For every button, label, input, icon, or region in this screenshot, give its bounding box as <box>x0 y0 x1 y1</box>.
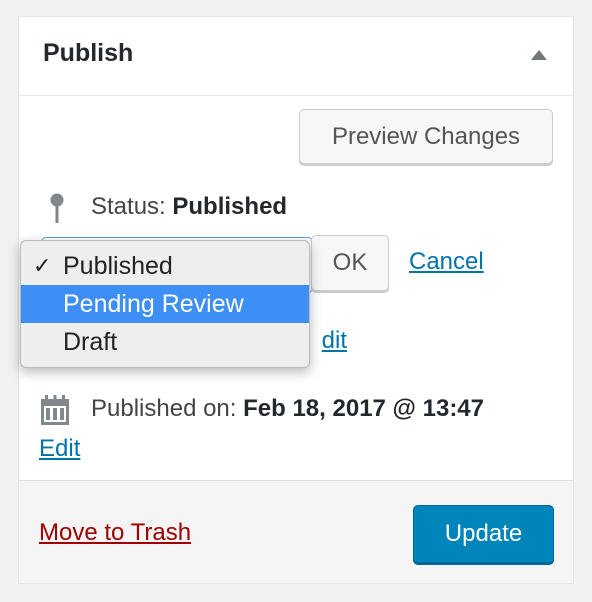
preview-changes-button[interactable]: Preview Changes <box>299 109 553 164</box>
update-button[interactable]: Update <box>413 505 554 563</box>
checkmark-icon: ✓ <box>33 253 52 278</box>
published-on-label: Published on: <box>91 395 237 422</box>
published-on-value: Feb 18, 2017 @ 13:47 <box>243 395 485 422</box>
status-label: Status: <box>91 193 166 220</box>
pin-icon <box>50 193 64 223</box>
status-value: Published <box>172 193 288 220</box>
panel-title: Publish <box>43 39 134 67</box>
edit-date-link[interactable]: Edit <box>39 435 80 463</box>
dropdown-option-label: Pending Review <box>63 290 244 318</box>
panel-header[interactable]: Publish <box>19 17 573 96</box>
visibility-edit-link[interactable]: dit <box>307 327 347 355</box>
published-on-text: Published on: Feb 18, 2017 @ 13:47 <box>91 395 484 423</box>
triangle-up-icon[interactable] <box>531 50 547 60</box>
calendar-icon <box>41 395 69 425</box>
dropdown-option-label: Draft <box>63 328 118 356</box>
panel-footer: Move to Trash Update <box>19 480 573 583</box>
status-dropdown-menu: ✓ Published Pending Review Draft <box>20 240 310 368</box>
ok-button[interactable]: OK <box>311 235 389 291</box>
dropdown-option-label: Published <box>63 252 173 280</box>
status-text: Status: Published <box>91 193 287 221</box>
dropdown-option-published[interactable]: ✓ Published <box>21 247 309 285</box>
cancel-link[interactable]: Cancel <box>409 248 484 276</box>
move-to-trash-link[interactable]: Move to Trash <box>39 519 191 547</box>
dropdown-option-pending-review[interactable]: Pending Review <box>21 285 309 323</box>
dropdown-option-draft[interactable]: Draft <box>21 323 309 361</box>
